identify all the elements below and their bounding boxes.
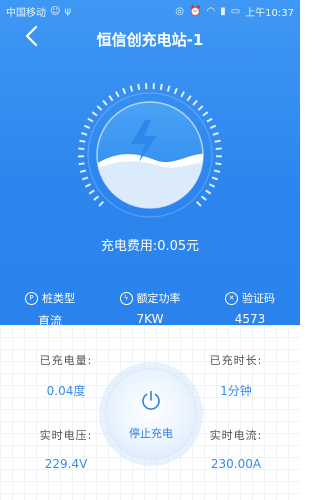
- realtime-current: 实时电流: 230.00A: [186, 427, 286, 471]
- gauge-tick: [180, 91, 185, 98]
- gauge-tick: [195, 200, 202, 207]
- gauge-tick: [81, 176, 89, 181]
- gauge-tick: [173, 87, 178, 95]
- gauge-tick: [159, 83, 163, 91]
- gauge-tick: [115, 91, 120, 98]
- gauge-tick: [215, 147, 222, 150]
- gauge-tick: [200, 195, 207, 201]
- current-label: 实时电流:: [209, 429, 263, 442]
- power-icon: ϟ: [119, 291, 133, 305]
- gauge-tick: [208, 183, 216, 188]
- gauge-tick: [79, 169, 87, 173]
- gauge-tick: [87, 117, 94, 123]
- stat-verification-code: ✕ 验证码 4573: [200, 290, 300, 326]
- gauge-tick: [102, 99, 108, 106]
- gauge-tick: [137, 83, 141, 91]
- gauge-tick: [214, 139, 221, 143]
- gauge-tick: [88, 189, 95, 195]
- parking-icon: P: [25, 291, 38, 305]
- gauge-tick: [108, 95, 114, 102]
- charged-amount-value: 0.04度: [46, 384, 86, 398]
- realtime-voltage: 实时电压: 229.4V: [16, 427, 116, 471]
- gauge-tick: [129, 85, 134, 92]
- gauge-tick: [206, 117, 213, 123]
- gauge-tick: [215, 162, 222, 166]
- header: 恒信创充电站-1: [0, 20, 300, 58]
- voltage-value: 229.4V: [44, 457, 88, 471]
- signal-icon: ▮: [220, 6, 226, 17]
- gauge-tick: [78, 162, 85, 166]
- gauge-tick: [192, 99, 198, 106]
- gauge-tick: [186, 95, 192, 102]
- power-icon: [142, 390, 160, 410]
- gauge-tick: [83, 124, 91, 129]
- gauge-tick: [79, 139, 86, 143]
- gauge-tick: [98, 200, 105, 207]
- gauge-tick: [96, 105, 103, 111]
- gauge-tick: [197, 105, 204, 111]
- gauge-tick: [166, 85, 171, 92]
- gauge-tick: [202, 111, 209, 117]
- battery-icon: ▭: [230, 6, 241, 17]
- gauge-tick: [91, 111, 98, 117]
- gauge-tick: [209, 124, 217, 129]
- top-panel: 中国移动 ☺ ψ ◎ ⏰ ◠ ▮ ▭ 上午10:37 恒信创充电站-1 充电费用…: [0, 0, 300, 328]
- gauge-tick: [212, 132, 219, 136]
- gauge-tick: [93, 195, 100, 201]
- page-title: 恒信创充电站-1: [96, 31, 204, 49]
- gauge-tick: [213, 169, 221, 173]
- stat-value: 4573: [234, 312, 266, 326]
- voltage-label: 实时电压:: [39, 429, 93, 442]
- charged-duration-value: 1分钟: [220, 384, 252, 398]
- alarm-icon: ⏰: [189, 6, 202, 17]
- current-value: 230.00A: [210, 457, 262, 471]
- stop-charging-button[interactable]: 停止充电: [105, 368, 197, 460]
- location-icon: ◎: [175, 6, 185, 17]
- gauge-tick: [122, 87, 127, 95]
- charging-fee: 充电费用:0.05元: [100, 239, 200, 254]
- charging-screen: 中国移动 ☺ ψ ◎ ⏰ ◠ ▮ ▭ 上午10:37 恒信创充电站-1 充电费用…: [0, 0, 300, 500]
- usb-icon: ψ: [64, 6, 72, 17]
- stat-pile-type: P 桩类型 直流: [0, 290, 100, 329]
- stop-charging-label: 停止充电: [129, 427, 173, 440]
- charged-duration-label: 已充时长:: [209, 354, 263, 367]
- wifi-icon: ◠: [206, 6, 216, 17]
- stat-label: 验证码: [242, 292, 275, 305]
- carrier-label: 中国移动: [6, 8, 46, 19]
- charging-gauge: [77, 83, 223, 218]
- notification-icon: ☺: [50, 6, 61, 17]
- gauge-tick: [78, 147, 85, 150]
- close-circle-icon: ✕: [225, 291, 238, 305]
- status-bar: 中国移动 ☺ ψ ◎ ⏰ ◠ ▮ ▭ 上午10:37: [0, 0, 300, 20]
- gauge-tick: [84, 183, 92, 188]
- stat-value: 7KW: [136, 312, 164, 326]
- gauge-tick: [205, 189, 212, 195]
- charged-duration: 已充时长: 1分钟: [186, 352, 286, 399]
- stat-label: 额定功率: [136, 292, 181, 305]
- charged-amount: 已充电量: 0.04度: [16, 352, 116, 399]
- gauge-tick: [81, 132, 88, 136]
- stat-rated-power: ϟ 额定功率 7KW: [100, 290, 200, 326]
- clock-label: 上午10:37: [245, 8, 294, 19]
- gauge-tick: [211, 176, 219, 181]
- stat-label: 桩类型: [42, 292, 75, 305]
- charged-amount-label: 已充电量:: [39, 354, 93, 367]
